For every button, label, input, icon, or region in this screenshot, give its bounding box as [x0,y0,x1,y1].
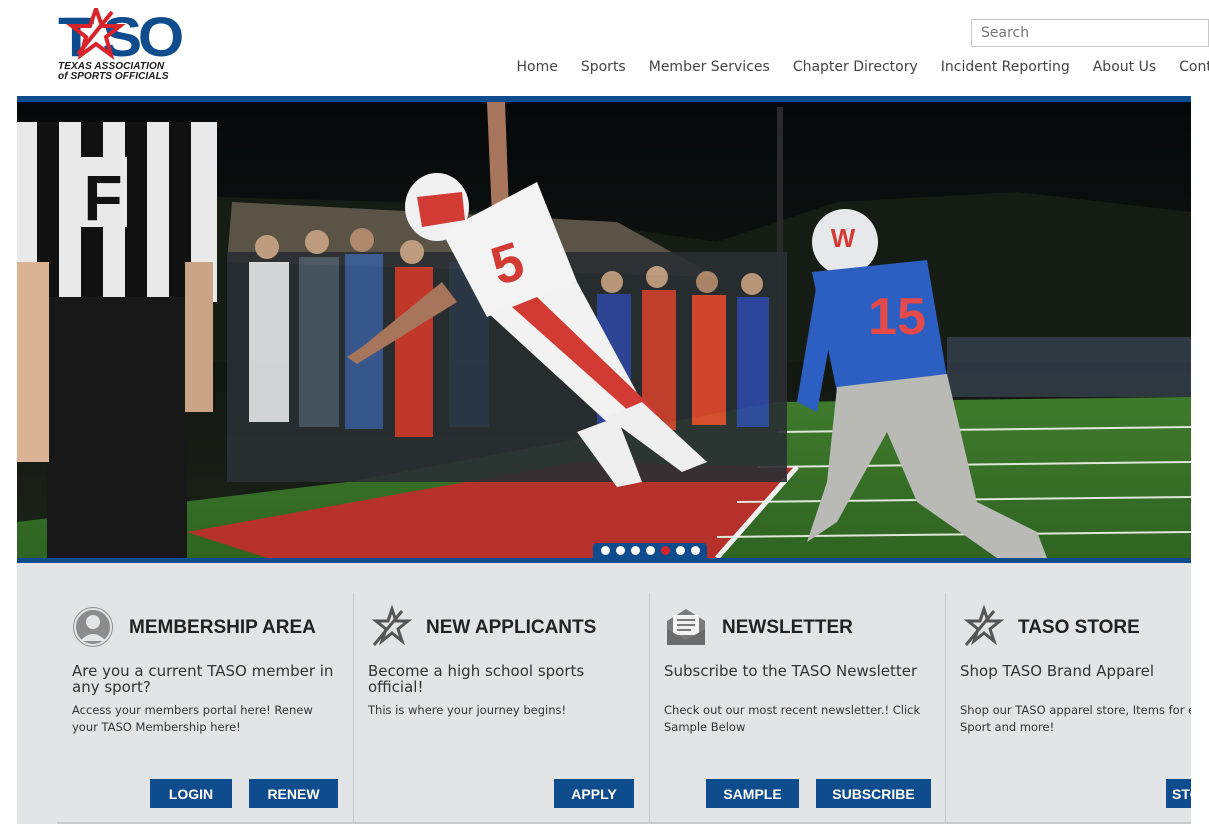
nav-incident-reporting[interactable]: Incident Reporting [929,59,1081,75]
membership-area-description: Access your members portal here! Renew y… [72,703,313,734]
newsletter-icon [667,609,705,645]
nav-sports[interactable]: Sports [569,59,637,75]
search-input[interactable] [972,20,1208,46]
nav-home[interactable]: Home [505,59,569,75]
new-applicants-panel: NEW APPLICANTS Become a high school spor… [353,593,649,824]
taso-logo[interactable]: T SO TEXAS ASSOCIATION of SPORTS OFFICIA… [58,8,183,88]
newsletter-description: Check out our most recent newsletter.! C… [664,703,921,734]
nav-about-us[interactable]: About Us [1081,59,1167,75]
logo-subtitle: TEXAS ASSOCIATION of SPORTS OFFICIALS [58,62,169,82]
slide-dot-5-active[interactable] [660,546,670,555]
slide-dot-1[interactable] [600,546,610,555]
person-icon [73,607,113,647]
store-button[interactable]: STORE [1166,779,1191,808]
svg-text:W: W [831,223,856,253]
logo-line-2: of SPORTS OFFICIALS [58,71,169,82]
new-applicants-title: NEW APPLICANTS [426,617,597,638]
sample-button[interactable]: SAMPLE [706,779,799,808]
hero-football-photo: F 5 W 15 [17,102,1191,558]
taso-store-subtitle: Shop TASO Brand Apparel [960,662,1155,680]
search-box [971,19,1209,47]
membership-area-title: MEMBERSHIP AREA [129,617,316,638]
slide-dot-6[interactable] [675,546,685,555]
main-nav: Home Sports Member Services Chapter Dire… [505,59,1209,75]
svg-text:15: 15 [868,288,926,346]
new-applicants-description: This is where your journey begins! [368,703,567,717]
nav-contact[interactable]: Contact [1168,59,1209,75]
nav-member-services[interactable]: Member Services [637,59,781,75]
taso-star-icon [963,605,1004,646]
hero-slider[interactable]: F 5 W 15 [17,102,1191,558]
slide-dot-4[interactable] [645,546,655,555]
site-header: T SO TEXAS ASSOCIATION of SPORTS OFFICIA… [0,0,1209,97]
slide-dot-7[interactable] [690,546,700,555]
features-section: MEMBERSHIP AREA Are you a current TASO m… [17,563,1191,824]
newsletter-title: NEWSLETTER [722,617,853,638]
taso-store-title: TASO STORE [1018,617,1140,638]
slide-dots [593,543,707,558]
nav-chapter-directory[interactable]: Chapter Directory [781,59,929,75]
login-button[interactable]: LOGIN [150,779,232,808]
apply-button[interactable]: APPLY [554,779,634,808]
renew-button[interactable]: RENEW [249,779,338,808]
taso-store-panel: TASO STORE Shop TASO Brand Apparel Shop … [945,593,1191,824]
referee-figure: F [17,122,217,558]
slide-dot-3[interactable] [630,546,640,555]
new-applicants-subtitle: Become a high school sports official! [368,662,585,696]
newsletter-panel: NEWSLETTER Subscribe to the TASO Newslet… [649,593,945,824]
taso-store-description: Shop our TASO apparel store, Items for e… [960,703,1191,734]
membership-area-panel: MEMBERSHIP AREA Are you a current TASO m… [17,593,353,824]
newsletter-subtitle: Subscribe to the TASO Newsletter [664,662,918,680]
slide-dot-2[interactable] [615,546,625,555]
taso-star-icon [371,605,412,646]
subscribe-button[interactable]: SUBSCRIBE [816,779,931,808]
svg-text:T SO: T SO [58,8,183,68]
svg-text:F: F [83,162,122,234]
membership-area-subtitle: Are you a current TASO member in any spo… [72,662,334,696]
